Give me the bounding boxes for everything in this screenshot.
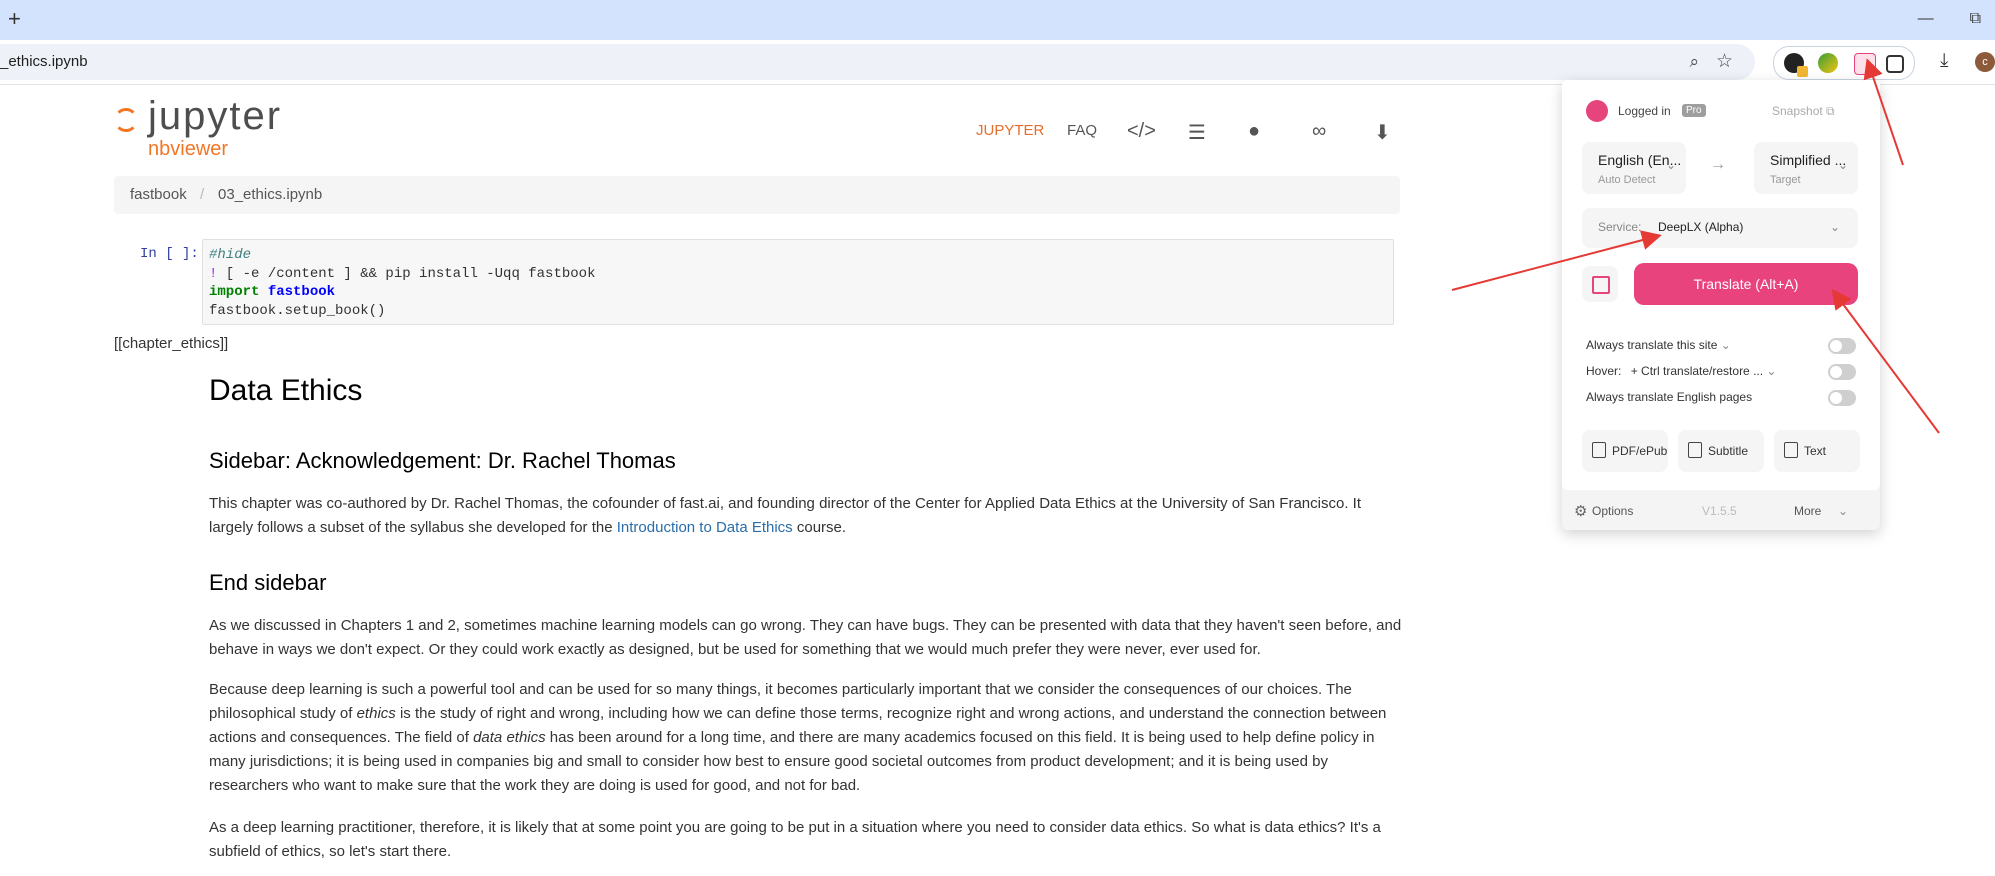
github-icon[interactable]: ●	[1248, 120, 1260, 143]
code-line-4: fastbook.setup_book()	[209, 302, 386, 319]
logged-in-text: Logged in	[1618, 104, 1671, 118]
more-button[interactable]: More	[1794, 504, 1821, 518]
new-tab-button[interactable]: +	[8, 6, 21, 32]
text-icon	[1784, 442, 1798, 458]
translate-button[interactable]: Translate (Alt+A)	[1634, 263, 1858, 305]
gear-icon[interactable]: ⚙	[1574, 502, 1587, 520]
code-icon[interactable]: </>	[1127, 120, 1156, 143]
popup-footer: ⚙ Options V1.5.5 More ⌄	[1562, 490, 1880, 530]
code-cell: #hide ! [ -e /content ] && pip install -…	[202, 239, 1394, 325]
source-language-select[interactable]: English (En... Auto Detect ⌄	[1582, 142, 1686, 194]
chevron-down-icon: ⌄	[1665, 158, 1676, 172]
always-translate-site-toggle[interactable]	[1828, 338, 1856, 354]
breadcrumb-separator: /	[200, 186, 205, 203]
breadcrumb: fastbook / 03_ethics.ipynb	[114, 176, 1400, 214]
swap-arrow-icon: →	[1710, 156, 1726, 173]
downloads-icon[interactable]: ⤓	[1940, 50, 1948, 72]
paragraph-acknowledgement: This chapter was co-authored by Dr. Rach…	[209, 495, 1361, 536]
hover-toggle[interactable]	[1828, 364, 1856, 380]
service-select[interactable]: Service: DeepLX (Alpha) ⌄	[1582, 208, 1858, 248]
translate-extension-icon[interactable]	[1854, 53, 1876, 75]
chevron-down-icon: ⌄	[1838, 504, 1849, 518]
translate-image-icon[interactable]	[1582, 266, 1618, 302]
text-button[interactable]: Text	[1774, 430, 1860, 472]
extension-icon-2[interactable]	[1818, 53, 1838, 73]
extension-icon-1[interactable]	[1784, 53, 1808, 77]
extensions-puzzle-icon[interactable]	[1886, 55, 1904, 73]
always-translate-site-row[interactable]: Always translate this site ⌄	[1586, 338, 1856, 354]
paragraph-models-wrong: As we discussed in Chapters 1 and 2, som…	[209, 617, 1402, 658]
always-translate-english-toggle[interactable]	[1828, 390, 1856, 406]
jupyter-ring-icon	[114, 108, 138, 132]
paragraph-practitioner: As a deep learning practitioner, therefo…	[209, 819, 1381, 860]
profile-avatar[interactable]: c	[1975, 52, 1995, 72]
translate-popup: Logged in Pro Snapshot ⧉ English (En... …	[1562, 80, 1880, 530]
address-bar[interactable]: _ethics.ipynb ⌕ ☆	[0, 44, 1755, 80]
logo-text: jupyter	[148, 94, 283, 138]
intro-data-ethics-link[interactable]: Introduction to Data Ethics	[617, 519, 793, 536]
popup-card: Logged in Pro Snapshot ⧉ English (En... …	[1562, 80, 1880, 490]
nav-jupyter-link[interactable]: JUPYTER	[976, 122, 1044, 139]
zoom-icon[interactable]: ⌕	[1689, 52, 1699, 72]
subtitle-icon	[1688, 442, 1702, 458]
page-title: Data Ethics	[209, 374, 363, 407]
hover-row[interactable]: Hover: + Ctrl translate/restore ... ⌄	[1586, 364, 1856, 380]
extensions-group	[1773, 46, 1915, 80]
breadcrumb-notebook: 03_ethics.ipynb	[218, 186, 323, 203]
binder-icon[interactable]: ∞	[1312, 120, 1326, 143]
raw-chapter-tag: [[chapter_ethics]]	[114, 335, 229, 352]
always-translate-english-row[interactable]: Always translate English pages	[1586, 390, 1856, 406]
window-controls: — ⧉	[1918, 10, 1981, 28]
restore-icon[interactable]: ⧉	[1970, 10, 1981, 28]
login-status: Logged in Pro	[1586, 100, 1786, 124]
logo-subtext: nbviewer	[148, 138, 229, 160]
snapshot-button[interactable]: Snapshot ⧉	[1772, 104, 1835, 119]
url-text[interactable]: _ethics.ipynb	[0, 53, 88, 70]
sidebar-heading: Sidebar: Acknowledgement: Dr. Rachel Tho…	[209, 448, 676, 473]
code-line-3: import fastbook	[209, 284, 336, 300]
chevron-down-icon: ⌄	[1829, 220, 1840, 234]
cell-prompt: In [ ]:	[140, 246, 199, 262]
paragraph-deep-learning: Because deep learning is such a powerful…	[209, 681, 1387, 794]
pdf-epub-button[interactable]: PDF/ePub	[1582, 430, 1668, 472]
pro-badge: Pro	[1682, 104, 1706, 117]
options-link[interactable]: Options	[1592, 504, 1633, 518]
tab-strip: + — ⧉	[0, 0, 1995, 40]
subtitle-button[interactable]: Subtitle	[1678, 430, 1764, 472]
chevron-down-icon: ⌄	[1837, 158, 1848, 172]
version-label: V1.5.5	[1702, 504, 1737, 518]
nav-faq-link[interactable]: FAQ	[1067, 122, 1097, 139]
bookmark-star-icon[interactable]: ☆	[1716, 50, 1733, 73]
pdf-icon	[1592, 442, 1606, 458]
server-icon[interactable]: ☰	[1188, 120, 1206, 145]
breadcrumb-fastbook[interactable]: fastbook	[130, 186, 187, 203]
browser-toolbar: _ethics.ipynb ⌕ ☆ ⤓ c	[0, 40, 1995, 85]
target-language-select[interactable]: Simplified ... Target ⌄	[1754, 142, 1858, 194]
download-icon[interactable]: ⬇	[1374, 120, 1391, 145]
user-avatar[interactable]	[1586, 100, 1608, 122]
code-line-2: ! [ -e /content ] && pip install -Uqq fa…	[209, 265, 596, 282]
minimize-icon[interactable]: —	[1918, 10, 1934, 28]
end-sidebar-heading: End sidebar	[209, 570, 327, 595]
code-line-1: #hide	[209, 247, 252, 263]
